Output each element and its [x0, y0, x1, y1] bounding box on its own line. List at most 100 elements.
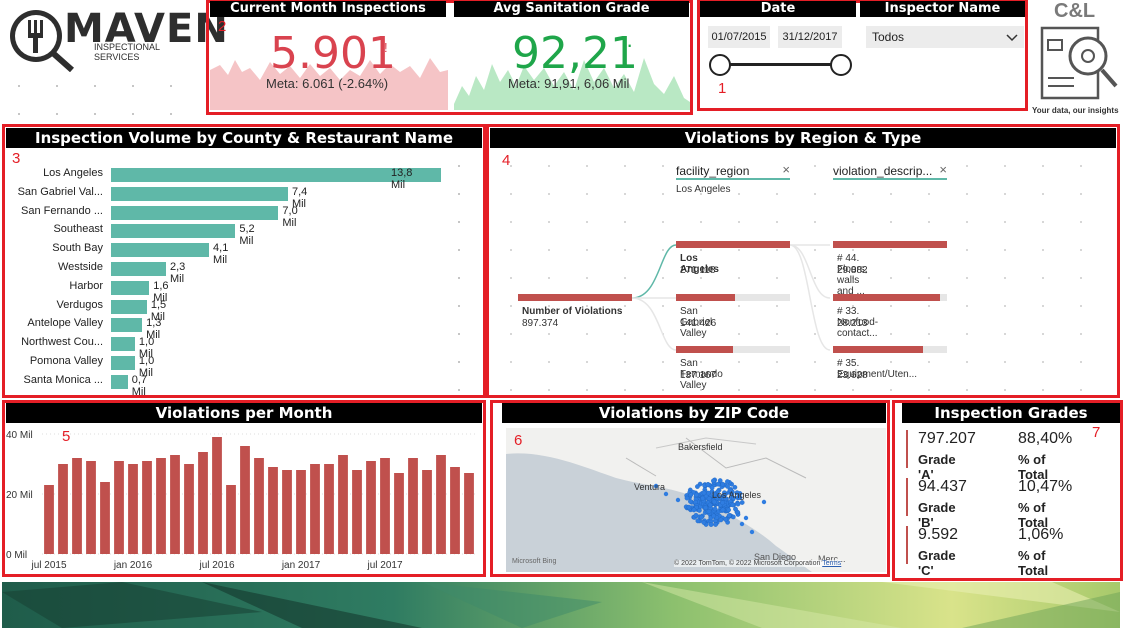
monthly-bar[interactable]	[282, 470, 292, 554]
monthly-bar[interactable]	[352, 470, 362, 554]
monthly-bar[interactable]	[86, 461, 96, 554]
region-bar[interactable]	[676, 294, 736, 301]
zip-point[interactable]	[691, 507, 697, 513]
zip-point[interactable]	[720, 481, 725, 487]
zip-point[interactable]	[708, 522, 714, 527]
zip-point[interactable]	[726, 513, 732, 518]
monthly-bar[interactable]	[198, 452, 208, 554]
zip-point[interactable]	[688, 499, 693, 504]
monthly-bar[interactable]	[254, 458, 264, 554]
county-bar[interactable]	[111, 262, 166, 276]
zip-point[interactable]	[699, 514, 704, 520]
zip-point[interactable]	[695, 484, 700, 489]
monthly-bar[interactable]	[114, 461, 124, 554]
zip-point[interactable]	[725, 484, 730, 489]
zip-point[interactable]	[735, 501, 741, 507]
zip-point[interactable]	[706, 509, 712, 514]
monthly-bar[interactable]	[380, 458, 390, 554]
zip-point[interactable]	[720, 500, 725, 506]
zip-map[interactable]: Bakersfield Ventura Los Angeles San Dieg…	[506, 428, 886, 572]
zip-point[interactable]	[707, 502, 713, 508]
zip-point[interactable]	[715, 481, 721, 487]
monthly-bar[interactable]	[44, 485, 54, 554]
zip-point[interactable]	[686, 504, 692, 510]
zip-point[interactable]	[718, 517, 724, 523]
date-range-end-handle[interactable]	[830, 54, 852, 76]
zip-point[interactable]	[761, 499, 767, 505]
close-icon[interactable]: ×	[782, 162, 790, 177]
date-end-input[interactable]: 31/12/2017	[778, 26, 842, 48]
type-bar[interactable]	[833, 241, 947, 248]
county-bar[interactable]	[111, 224, 236, 239]
zip-point[interactable]	[723, 517, 729, 522]
region-bar[interactable]	[676, 346, 733, 353]
zip-point[interactable]	[688, 492, 694, 498]
zip-point[interactable]	[700, 495, 706, 501]
monthly-bar[interactable]	[296, 470, 306, 554]
monthly-bar[interactable]	[58, 464, 68, 554]
zip-point[interactable]	[705, 482, 711, 487]
date-range-start-handle[interactable]	[709, 54, 731, 76]
county-bar[interactable]	[111, 243, 210, 258]
zip-point[interactable]	[743, 515, 749, 521]
monthly-bar[interactable]	[310, 464, 320, 554]
zip-point[interactable]	[711, 499, 717, 505]
zip-point[interactable]	[711, 478, 716, 484]
zip-point[interactable]	[701, 520, 707, 525]
monthly-bar[interactable]	[240, 446, 250, 554]
zip-point[interactable]	[701, 490, 707, 496]
monthly-bar[interactable]	[156, 458, 166, 554]
type-bar[interactable]	[833, 346, 924, 353]
monthly-bar[interactable]	[268, 467, 278, 554]
monthly-bar[interactable]	[338, 455, 348, 554]
zip-point[interactable]	[725, 479, 730, 484]
county-bar[interactable]	[111, 280, 150, 295]
monthly-bar[interactable]	[212, 437, 222, 554]
monthly-bar[interactable]	[408, 458, 418, 554]
zip-point[interactable]	[706, 490, 711, 496]
county-bar[interactable]	[111, 356, 135, 370]
zip-point[interactable]	[720, 507, 726, 513]
zip-point[interactable]	[739, 521, 745, 527]
zip-point[interactable]	[703, 505, 709, 511]
monthly-bar[interactable]	[450, 467, 460, 554]
zip-point[interactable]	[684, 495, 690, 501]
zip-point[interactable]	[675, 497, 681, 503]
monthly-bar[interactable]	[324, 464, 334, 554]
zip-point[interactable]	[733, 506, 738, 512]
zip-point[interactable]	[695, 518, 701, 524]
zip-point[interactable]	[713, 522, 718, 527]
zip-point[interactable]	[732, 484, 738, 490]
zip-point[interactable]	[706, 496, 712, 501]
zip-point[interactable]	[726, 507, 731, 513]
zip-point[interactable]	[693, 512, 699, 518]
county-bar[interactable]	[111, 337, 135, 352]
monthly-bar[interactable]	[226, 485, 236, 554]
county-bar[interactable]	[111, 299, 147, 314]
zip-point[interactable]	[749, 529, 755, 535]
monthly-bar[interactable]	[128, 464, 138, 554]
zip-point[interactable]	[730, 502, 736, 508]
monthly-bar[interactable]	[394, 473, 404, 554]
inspector-dropdown[interactable]: Todos	[866, 26, 1024, 48]
monthly-bar[interactable]	[422, 470, 432, 554]
zip-point[interactable]	[663, 491, 669, 497]
zip-point[interactable]	[712, 506, 718, 512]
monthly-bar[interactable]	[72, 458, 82, 554]
monthly-bar[interactable]	[170, 455, 180, 554]
monthly-bar[interactable]	[366, 461, 376, 554]
zip-point[interactable]	[739, 500, 745, 505]
zip-point[interactable]	[711, 513, 716, 519]
county-bar[interactable]	[111, 318, 143, 333]
root-bar[interactable]	[518, 294, 632, 301]
date-start-input[interactable]: 01/07/2015	[708, 26, 770, 48]
monthly-bar[interactable]	[100, 482, 110, 554]
monthly-bar[interactable]	[142, 461, 152, 554]
region-bar[interactable]	[676, 241, 790, 248]
county-bar[interactable]	[111, 186, 288, 201]
monthly-bar[interactable]	[184, 464, 194, 554]
monthly-bar[interactable]	[464, 473, 474, 554]
county-bar[interactable]	[111, 374, 128, 389]
close-icon[interactable]: ×	[939, 162, 947, 177]
type-bar[interactable]	[833, 294, 941, 301]
